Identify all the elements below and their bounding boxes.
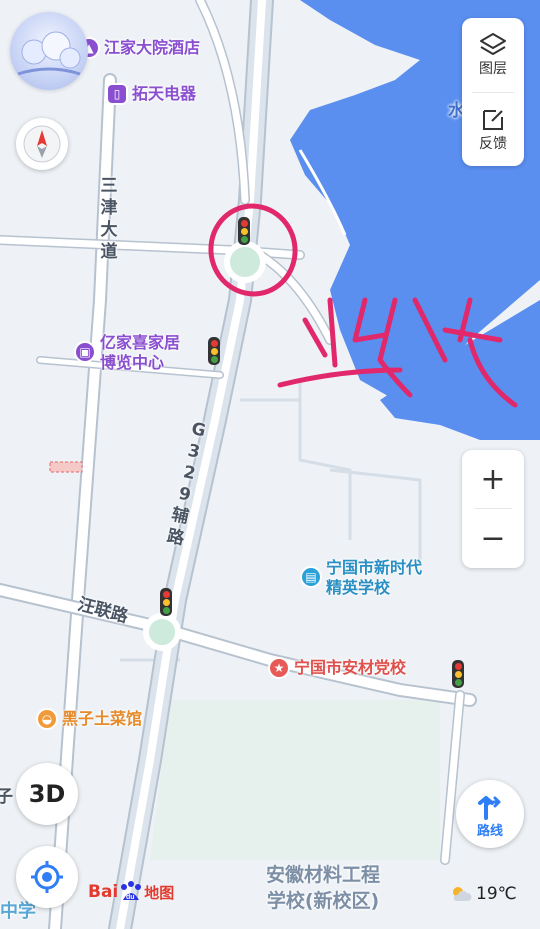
traffic-light-icon[interactable] bbox=[160, 588, 172, 616]
zoom-control: + − bbox=[462, 450, 524, 568]
roundabout-south bbox=[143, 613, 181, 651]
phone-icon: ▯ bbox=[106, 83, 128, 105]
traffic-light-icon[interactable] bbox=[452, 660, 464, 688]
locate-icon bbox=[31, 861, 63, 893]
layers-button[interactable]: 图层 bbox=[462, 18, 524, 92]
poi-furniture[interactable]: ▣ 亿家喜家居 博览中心 bbox=[74, 333, 180, 373]
star-icon: ★ bbox=[268, 657, 290, 679]
map-canvas[interactable] bbox=[0, 0, 540, 929]
poi-middle-school[interactable]: 中学 bbox=[0, 902, 36, 922]
compass-button[interactable] bbox=[16, 118, 68, 170]
construction-marker bbox=[49, 461, 83, 473]
cloudy-sun-icon bbox=[453, 887, 472, 901]
campus-area bbox=[150, 700, 440, 860]
poi-school[interactable]: ▤ 宁国市新时代 精英学校 bbox=[300, 558, 422, 598]
edit-icon bbox=[483, 109, 503, 130]
road-label-edge: 子 bbox=[0, 787, 13, 807]
roundabout-north bbox=[224, 241, 266, 283]
paw-icon: du bbox=[121, 881, 142, 901]
poi-electric[interactable]: ▯ 拓天电器 bbox=[106, 83, 196, 105]
locate-button[interactable] bbox=[16, 846, 78, 908]
baidu-map-logo: Bai du 地图 bbox=[88, 881, 175, 902]
poi-restaurant[interactable]: ◒ 黑子土菜馆 bbox=[36, 708, 142, 730]
avatar[interactable] bbox=[10, 12, 88, 90]
feedback-button[interactable]: 反馈 bbox=[462, 93, 524, 166]
poi-party-school[interactable]: ★ 宁国市安材党校 bbox=[268, 657, 406, 679]
3d-view-button[interactable]: 3D bbox=[16, 763, 78, 825]
traffic-light-icon[interactable] bbox=[238, 217, 250, 245]
zoom-in-button[interactable]: + bbox=[462, 450, 524, 508]
map-tools-card: 图层 反馈 bbox=[462, 18, 524, 166]
restaurant-icon: ◒ bbox=[36, 708, 58, 730]
balloon-icon bbox=[17, 31, 81, 76]
svg-text:du: du bbox=[126, 894, 135, 901]
poi-hotel[interactable]: ▲ 江家大院酒店 bbox=[78, 37, 200, 59]
weather-widget[interactable]: 19℃ bbox=[450, 884, 517, 904]
road-label-sanjin: 三津大道 bbox=[100, 176, 118, 262]
poi-college[interactable]: 安徽材料工程 学校(新校区) bbox=[266, 862, 380, 914]
furniture-icon: ▣ bbox=[74, 341, 96, 363]
route-button[interactable]: 路线 bbox=[456, 780, 524, 848]
layers-icon bbox=[480, 33, 506, 55]
route-arrow-icon bbox=[478, 795, 501, 820]
school-icon: ▤ bbox=[300, 566, 322, 588]
zoom-out-button[interactable]: − bbox=[462, 509, 524, 567]
compass-icon bbox=[23, 125, 61, 163]
traffic-light-icon[interactable] bbox=[208, 337, 220, 365]
